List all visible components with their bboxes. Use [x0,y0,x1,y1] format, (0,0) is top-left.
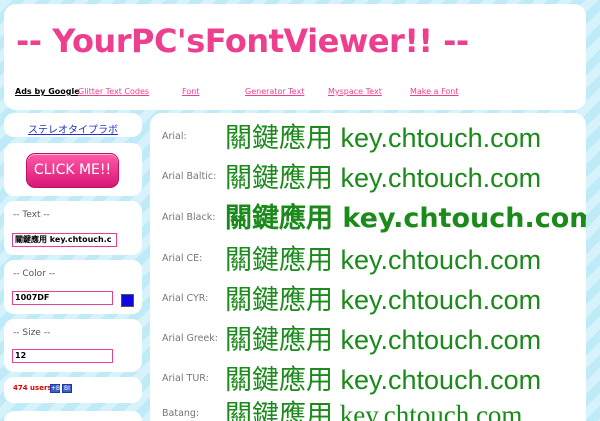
size-input[interactable]: 12 [12,349,113,363]
font-row[interactable]: Arial CYR: 關鍵應用 key.chtouch.com [150,280,586,320]
nav-link-font[interactable]: Font [182,85,199,99]
font-row-sample: 關鍵應用 key.chtouch.com [225,203,586,234]
font-preview-list: Arial: 關鍵應用 key.chtouch.com Arial Baltic… [150,113,586,421]
color-panel: -- Color -- 1007DF [4,260,142,314]
color-section-title: -- Color -- [13,269,56,279]
font-row[interactable]: Arial: 關鍵應用 key.chtouch.com [150,118,586,158]
size-panel: -- Size -- 12 [4,319,142,372]
font-row-name: Arial Black: [162,212,216,223]
mini-button-bi[interactable]: BI [62,384,72,393]
nav-link-generator-text[interactable]: Generator Text [245,85,304,99]
font-row[interactable]: Arial Black: 關鍵應用 key.chtouch.com [150,199,586,239]
header-panel: -- YourPC'sFontViewer!! -- Ads by Google… [4,4,586,110]
ads-by-google-label[interactable]: Ads by Google [15,85,80,99]
font-row-sample: 關鍵應用 key.chtouch.com [225,325,542,355]
click-button-panel: CLICK ME!! [4,143,142,196]
nav-link-glitter-text-codes[interactable]: Glitter Text Codes [78,85,149,99]
font-row-name: Arial Greek: [162,333,218,344]
font-row-name: Arial: [162,131,187,142]
font-row-name: Arial CE: [162,253,203,264]
bottom-panel [4,411,142,421]
font-row-name: Arial Baltic: [162,171,217,182]
nav-link-myspace-text[interactable]: Myspace Text [328,85,382,99]
mini-button-plus[interactable]: +B [50,384,60,393]
font-row[interactable]: Arial CE: 關鍵應用 key.chtouch.com [150,240,586,280]
font-row-name: Arial TUR: [162,373,209,384]
nav-link-make-a-font[interactable]: Make a Font [410,85,458,99]
font-row-name: Arial CYR: [162,293,209,304]
color-input[interactable]: 1007DF [12,291,113,305]
ad-nav-bar: Ads by Google Glitter Text Codes Font Ge… [4,85,586,99]
font-row[interactable]: Batang: 關鍵應用 key.chtouch.com [150,395,586,421]
font-row-sample: 關鍵應用 key.chtouch.com [225,245,542,275]
font-row-sample: 關鍵應用 key.chtouch.com [225,123,542,153]
font-row-name: Batang: [162,408,200,419]
color-swatch[interactable] [121,294,134,307]
font-row-sample: 關鍵應用 key.chtouch.com [225,163,542,193]
text-section-title: -- Text -- [13,210,50,220]
users-panel: 474 users +B BI [4,377,142,403]
font-row[interactable]: Arial Greek: 關鍵應用 key.chtouch.com [150,320,586,360]
font-select-panel: ステレオタイプラボ [4,113,142,137]
text-input[interactable]: 關鍵應用 key.chtouch.c [12,233,117,247]
users-count: 474 users [13,384,52,392]
font-row[interactable]: Arial TUR: 關鍵應用 key.chtouch.com [150,360,586,400]
font-row[interactable]: Arial Baltic: 關鍵應用 key.chtouch.com [150,158,586,198]
page-title: -- YourPC'sFontViewer!! -- [16,22,469,60]
font-select-link[interactable]: ステレオタイプラボ [4,121,142,136]
size-section-title: -- Size -- [13,328,51,338]
font-row-sample: 關鍵應用 key.chtouch.com [225,400,523,421]
click-me-button[interactable]: CLICK ME!! [26,153,119,188]
font-row-sample: 關鍵應用 key.chtouch.com [225,365,542,395]
text-panel: -- Text -- 關鍵應用 key.chtouch.c [4,201,142,255]
font-row-sample: 關鍵應用 key.chtouch.com [225,285,542,315]
